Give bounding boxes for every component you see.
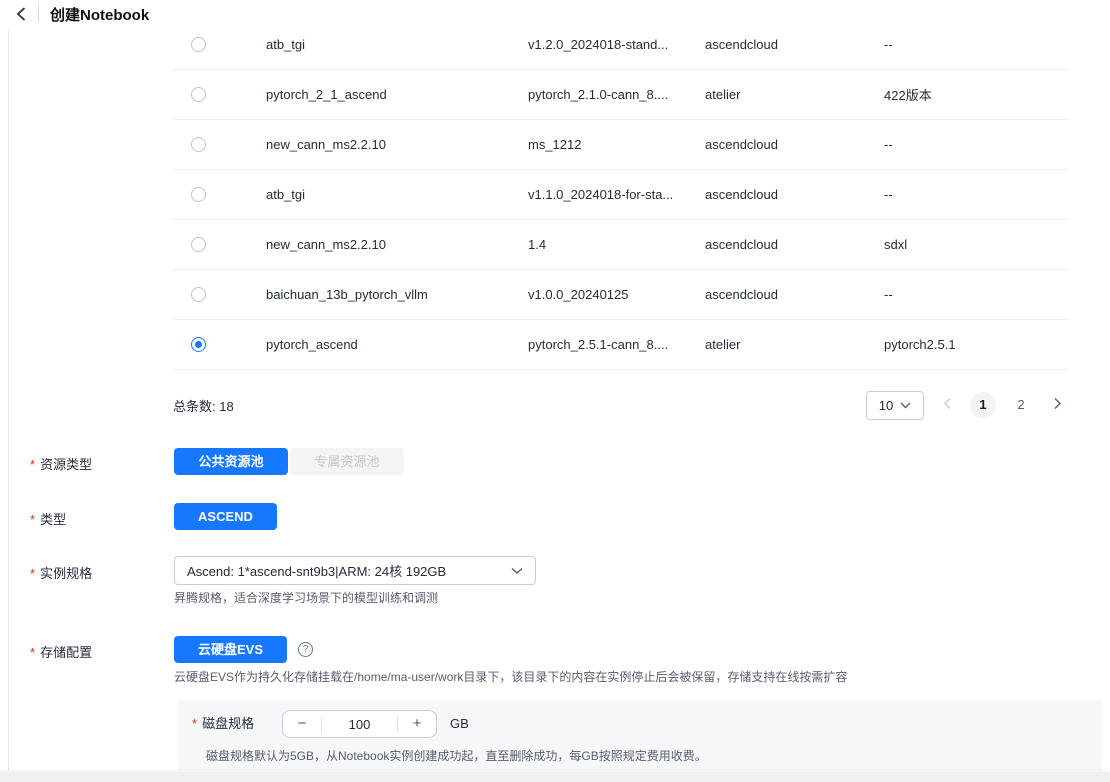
- chevron-down-icon: [511, 567, 523, 575]
- radio-cell: [173, 87, 266, 102]
- image-extra: --: [884, 187, 893, 202]
- table-row[interactable]: pytorch_ascend pytorch_2.5.1-cann_8.... at…: [173, 320, 1068, 370]
- required-asterisk: *: [30, 566, 36, 581]
- instance-spec-select[interactable]: Ascend: 1*ascend-snt9b3|ARM: 24核 192GB: [174, 556, 536, 585]
- required-asterisk: *: [30, 645, 36, 660]
- page-title: 创建Notebook: [50, 7, 150, 24]
- disk-size-input[interactable]: 100: [322, 717, 397, 732]
- type-ascend-button[interactable]: ASCEND: [174, 503, 277, 530]
- content-left-border: [8, 30, 9, 770]
- pagination-bar: 总条数: 18 10 12: [173, 385, 1068, 425]
- image-source: ascendcloud: [705, 237, 778, 252]
- image-name: new_cann_ms2.2.10: [266, 237, 386, 252]
- image-table-body: atb_tgi v1.2.0_2024018-stand... ascendclou…: [173, 20, 1068, 370]
- resource-type-dedicated-button[interactable]: 专属资源池: [290, 448, 404, 475]
- image-extra: 422版本: [884, 88, 932, 103]
- table-row[interactable]: atb_tgi v1.1.0_2024018-for-sta... ascendcl…: [173, 170, 1068, 220]
- page-bottom-edge: [0, 772, 1110, 782]
- radio-button[interactable]: [191, 187, 206, 202]
- radio-button[interactable]: [191, 237, 206, 252]
- resource-type-public-button[interactable]: 公共资源池: [174, 448, 288, 475]
- help-icon[interactable]: ?: [298, 642, 313, 657]
- image-version: ms_1212: [528, 137, 582, 152]
- image-name: new_cann_ms2.2.10: [266, 137, 386, 152]
- image-extra: --: [884, 137, 893, 152]
- table-row[interactable]: new_cann_ms2.2.10 1.4 ascendcloud sdxl: [173, 220, 1068, 270]
- required-asterisk: *: [30, 457, 36, 472]
- decrease-button[interactable]: −: [283, 711, 321, 737]
- image-version: v1.2.0_2024018-stand...: [528, 37, 669, 52]
- instance-spec-value: Ascend: 1*ascend-snt9b3|ARM: 24核 192GB: [187, 564, 447, 579]
- image-name: atb_tgi: [266, 187, 306, 202]
- table-row[interactable]: baichuan_13b_pytorch_vllm v1.0.0_20240125…: [173, 270, 1068, 320]
- image-name: pytorch_ascend: [266, 337, 358, 352]
- storage-config-label: * 存储配置: [30, 645, 93, 660]
- image-source: ascendcloud: [705, 137, 778, 152]
- disk-size-stepper: − 100 +: [282, 710, 437, 738]
- page-size-select[interactable]: 10: [866, 390, 924, 420]
- increase-button[interactable]: +: [398, 711, 436, 737]
- page-size-value: 10: [878, 397, 894, 413]
- total-count-label: 总条数:: [173, 398, 216, 414]
- table-row[interactable]: new_cann_ms2.2.10 ms_1212 ascendcloud --: [173, 120, 1068, 170]
- next-page-icon[interactable]: [1046, 397, 1068, 413]
- disk-unit-label: GB: [450, 716, 469, 731]
- image-source: atelier: [705, 337, 741, 352]
- page-number-button[interactable]: 2: [1008, 392, 1034, 418]
- radio-button[interactable]: [191, 37, 206, 52]
- prev-page-icon[interactable]: [936, 397, 958, 413]
- header-divider: [38, 5, 39, 22]
- image-extra: pytorch2.5.1: [884, 337, 956, 352]
- image-extra: --: [884, 37, 893, 52]
- instance-spec-hint: 昇腾规格，适合深度学习场景下的模型训练和调测: [174, 591, 439, 605]
- radio-cell: [173, 237, 266, 252]
- image-source: ascendcloud: [705, 287, 778, 302]
- back-icon[interactable]: [12, 4, 32, 24]
- radio-button[interactable]: [191, 137, 206, 152]
- image-version: 1.4: [528, 237, 547, 252]
- image-source: atelier: [705, 87, 741, 102]
- image-version: pytorch_2.1.0-cann_8....: [528, 87, 669, 102]
- required-asterisk: *: [30, 512, 36, 527]
- image-extra: --: [884, 287, 893, 302]
- image-name: atb_tgi: [266, 37, 306, 52]
- radio-cell: [173, 337, 266, 352]
- page-number-button[interactable]: 1: [970, 392, 996, 418]
- radio-cell: [173, 187, 266, 202]
- image-name: pytorch_2_1_ascend: [266, 87, 387, 102]
- image-source: ascendcloud: [705, 37, 778, 52]
- radio-button[interactable]: [191, 87, 206, 102]
- table-row[interactable]: pytorch_2_1_ascend pytorch_2.1.0-cann_8..…: [173, 70, 1068, 120]
- radio-button[interactable]: [191, 287, 206, 302]
- total-count: 总条数: 18: [173, 396, 234, 415]
- disk-spec-label: * 磁盘规格: [192, 716, 255, 731]
- pagination-controls: 10 12: [866, 390, 1068, 420]
- storage-evs-button[interactable]: 云硬盘EVS: [174, 636, 287, 663]
- radio-cell: [173, 287, 266, 302]
- radio-cell: [173, 37, 266, 52]
- image-extra: sdxl: [884, 237, 908, 252]
- type-label: * 类型: [30, 512, 67, 527]
- image-source: ascendcloud: [705, 187, 778, 202]
- table-row[interactable]: atb_tgi v1.2.0_2024018-stand... ascendclou…: [173, 20, 1068, 70]
- disk-spec-hint: 磁盘规格默认为5GB，从Notebook实例创建成功起，直至删除成功，每GB按照…: [206, 749, 707, 763]
- required-asterisk: *: [192, 716, 198, 731]
- radio-cell: [173, 137, 266, 152]
- chevron-down-icon: [900, 402, 911, 409]
- total-count-value: 18: [219, 398, 234, 414]
- instance-spec-label: * 实例规格: [30, 566, 93, 581]
- pagination-pages: 12: [970, 392, 1034, 418]
- image-name: baichuan_13b_pytorch_vllm: [266, 287, 428, 302]
- resource-type-label: * 资源类型: [30, 457, 93, 472]
- disk-spec-panel: * 磁盘规格 − 100 + GB 磁盘规格默认为5GB，从Notebook实例创…: [178, 700, 1102, 770]
- image-version: pytorch_2.5.1-cann_8....: [528, 337, 669, 352]
- storage-hint: 云硬盘EVS作为持久化存储挂载在/home/ma-user/work目录下，该目…: [174, 670, 848, 684]
- image-version: v1.0.0_20240125: [528, 287, 629, 302]
- radio-button[interactable]: [191, 337, 206, 352]
- image-version: v1.1.0_2024018-for-sta...: [528, 187, 674, 202]
